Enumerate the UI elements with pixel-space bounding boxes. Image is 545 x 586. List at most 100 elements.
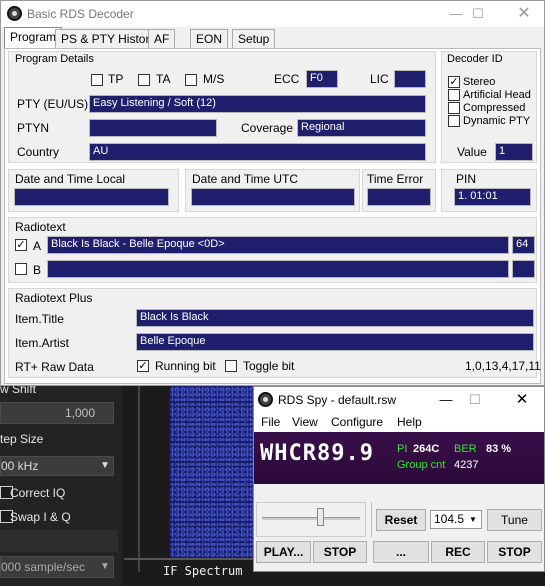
volume-slider[interactable] — [256, 502, 366, 537]
rds-spy-window: RDS Spy - default.rsw — ☐ ✕ File View Co… — [253, 386, 545, 572]
tune-button[interactable]: Tune — [487, 509, 542, 531]
radiotext-plus-group: Radiotext Plus Item.Title Black Is Black… — [8, 288, 541, 378]
pty-field[interactable]: Easy Listening / Soft (12) — [89, 95, 426, 113]
running-bit-label: Running bit — [155, 359, 216, 373]
stop-button[interactable]: STOP — [313, 541, 367, 563]
menu-file[interactable]: File — [261, 415, 280, 429]
sdr-side-panel: w Shift 1,000 tep Size 00 kHz ▼ Correct … — [0, 382, 122, 586]
ecc-field[interactable]: F0 — [306, 70, 338, 88]
slider-handle[interactable] — [317, 508, 324, 526]
stereo-checkbox[interactable]: ✓ — [448, 76, 460, 88]
dynamic-pty-checkbox[interactable] — [448, 115, 460, 127]
radiotext-b-field[interactable] — [47, 260, 509, 278]
ms-label: M/S — [203, 72, 225, 86]
ptyn-label: PTYN — [17, 121, 50, 135]
ptyn-field[interactable] — [89, 119, 217, 137]
play-button[interactable]: PLAY... — [256, 541, 311, 563]
shift-input[interactable]: 1,000 — [0, 402, 114, 424]
spy-menu-bar: File View Configure Help — [254, 412, 544, 432]
coverage-field[interactable]: Regional — [297, 119, 426, 137]
app-icon — [7, 6, 22, 21]
menu-configure[interactable]: Configure — [331, 415, 383, 429]
swap-iq-label: Swap I & Q — [10, 510, 71, 524]
item-artist-field[interactable]: Belle Epoque — [136, 333, 534, 351]
radiotext-b-count — [512, 260, 535, 278]
pi-value: 264C — [413, 443, 440, 455]
window-title: Basic RDS Decoder — [27, 7, 134, 21]
correct-iq-label: Correct IQ — [10, 486, 66, 500]
radiotext-a-checkbox[interactable]: ✓ — [15, 239, 27, 251]
waterfall-display[interactable] — [170, 386, 255, 558]
date-time-local-field[interactable] — [14, 188, 169, 206]
rec-button[interactable]: REC — [431, 541, 485, 563]
ta-checkbox[interactable] — [138, 74, 150, 86]
spy-window-title: RDS Spy - default.rsw — [278, 393, 397, 407]
rds-decoder-window: Basic RDS Decoder — ☐ ✕ Program PS & PTY… — [0, 0, 545, 386]
dynamic-pty-label: Dynamic PTY — [463, 115, 531, 127]
ber-label: BER — [454, 443, 477, 455]
close-icon[interactable]: ✕ — [504, 1, 544, 27]
date-time-local-group: Date and Time Local — [8, 169, 179, 212]
ms-checkbox[interactable] — [185, 74, 197, 86]
radiotext-title: Radiotext — [15, 220, 66, 234]
pin-field[interactable]: 1. 01:01 — [454, 188, 531, 206]
time-error-label: Time Error — [367, 172, 424, 186]
compressed-checkbox[interactable] — [448, 102, 460, 114]
radiotext-a-field[interactable]: Black Is Black - Belle Epoque <0D> — [47, 236, 509, 254]
reset-button[interactable]: Reset — [376, 509, 426, 531]
title-bar[interactable]: Basic RDS Decoder — ☐ ✕ — [1, 1, 544, 27]
spectrum-divider — [124, 558, 255, 560]
stop-rec-button[interactable]: STOP — [487, 541, 542, 563]
lic-field[interactable] — [394, 70, 426, 88]
chevron-down-icon[interactable]: ▼ — [96, 456, 114, 476]
toggle-bit-checkbox[interactable] — [225, 360, 237, 372]
toggle-bit-label: Toggle bit — [243, 359, 295, 373]
tab-ps-pty-history[interactable]: PS & PTY History — [55, 29, 162, 48]
ps-name: WHCR89.9 — [260, 441, 374, 466]
menu-view[interactable]: View — [292, 415, 318, 429]
tp-checkbox[interactable] — [91, 74, 103, 86]
date-time-utc-label: Date and Time UTC — [192, 172, 299, 186]
date-time-utc-field[interactable] — [191, 188, 355, 206]
artificial-head-checkbox[interactable] — [448, 89, 460, 101]
program-details-group: Program Details TP TA M/S ECC F0 LIC PTY… — [8, 51, 436, 163]
tab-eon[interactable]: EON — [190, 29, 229, 48]
tp-label: TP — [108, 72, 124, 86]
maximize-icon[interactable]: ☐ — [458, 1, 498, 27]
decoder-id-title: Decoder ID — [447, 53, 503, 65]
tab-af[interactable]: AF — [148, 29, 176, 48]
spy-close-icon[interactable]: ✕ — [502, 387, 542, 412]
item-title-label: Item.Title — [15, 312, 64, 326]
item-title-field[interactable]: Black Is Black — [136, 309, 534, 327]
item-artist-label: Item.Artist — [15, 336, 70, 350]
tab-setup[interactable]: Setup — [232, 29, 276, 48]
tab-program[interactable]: Program — [4, 27, 63, 49]
spy-title-bar[interactable]: RDS Spy - default.rsw — ☐ ✕ — [254, 387, 544, 412]
chevron-down-icon[interactable]: ▼ — [96, 556, 114, 578]
date-time-local-label: Date and Time Local — [15, 172, 126, 186]
spy-maximize-icon[interactable]: ☐ — [455, 387, 495, 412]
pin-label: PIN — [456, 172, 477, 186]
country-field[interactable]: AU — [89, 143, 426, 161]
stereo-label: Stereo — [463, 76, 496, 88]
decoder-value-field[interactable]: 1 — [495, 143, 533, 161]
spy-app-icon — [258, 392, 273, 407]
chevron-down-icon[interactable]: ▼ — [466, 511, 480, 528]
browse-button[interactable]: ... — [373, 541, 429, 563]
program-details-title: Program Details — [15, 53, 94, 65]
date-time-utc-group: Date and Time UTC — [185, 169, 360, 212]
running-bit-checkbox[interactable]: ✓ — [137, 360, 149, 372]
artificial-head-label: Artificial Head — [463, 89, 531, 101]
time-error-group: Time Error — [362, 169, 436, 212]
ber-value: 83 % — [486, 443, 512, 455]
menu-help[interactable]: Help — [397, 415, 422, 429]
time-error-field[interactable] — [367, 188, 431, 206]
rt-raw-data-label: RT+ Raw Data — [15, 360, 94, 374]
if-spectrum-label: IF Spectrum — [163, 564, 243, 578]
program-tab-panel: Program Details TP TA M/S ECC F0 LIC PTY… — [4, 48, 541, 384]
compressed-label: Compressed — [463, 102, 526, 114]
lic-label: LIC — [370, 72, 389, 86]
group-count-label: Group cnt — [397, 459, 446, 471]
radiotext-a-label: A — [33, 239, 42, 253]
radiotext-b-checkbox[interactable] — [15, 263, 27, 275]
